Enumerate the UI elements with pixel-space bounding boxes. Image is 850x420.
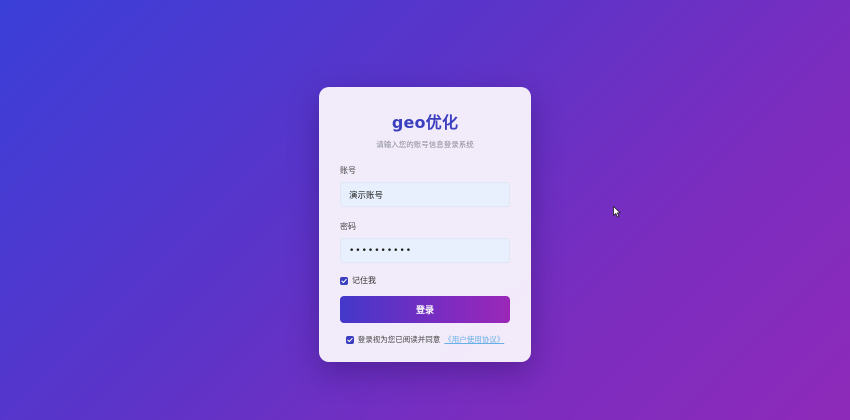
check-icon <box>347 337 353 342</box>
remember-checkbox[interactable] <box>340 276 348 285</box>
account-input[interactable] <box>340 182 510 207</box>
password-label: 密码 <box>340 222 356 231</box>
login-button[interactable]: 登录 <box>340 296 510 323</box>
account-label: 账号 <box>340 166 356 175</box>
page-title: geo优化 <box>391 113 459 132</box>
remember-me[interactable]: 记住我 <box>340 275 510 286</box>
user-agreement-link[interactable]: 《用户使用协议》 <box>444 334 504 345</box>
mouse-pointer-icon <box>613 203 621 222</box>
password-input[interactable] <box>340 238 510 263</box>
check-icon <box>341 278 347 283</box>
login-subtitle: 请输入您的账号信息登录系统 <box>376 140 474 149</box>
login-card: geo优化 请输入您的账号信息登录系统 账号 密码 记住我 登录 登录视为您已阅… <box>319 87 531 362</box>
agreement-checkbox[interactable] <box>345 335 354 344</box>
remember-label: 记住我 <box>352 276 376 285</box>
agreement-text: 登录视为您已阅读并同意 <box>357 335 441 344</box>
agreement-row: 登录视为您已阅读并同意 《用户使用协议》 <box>340 334 510 345</box>
